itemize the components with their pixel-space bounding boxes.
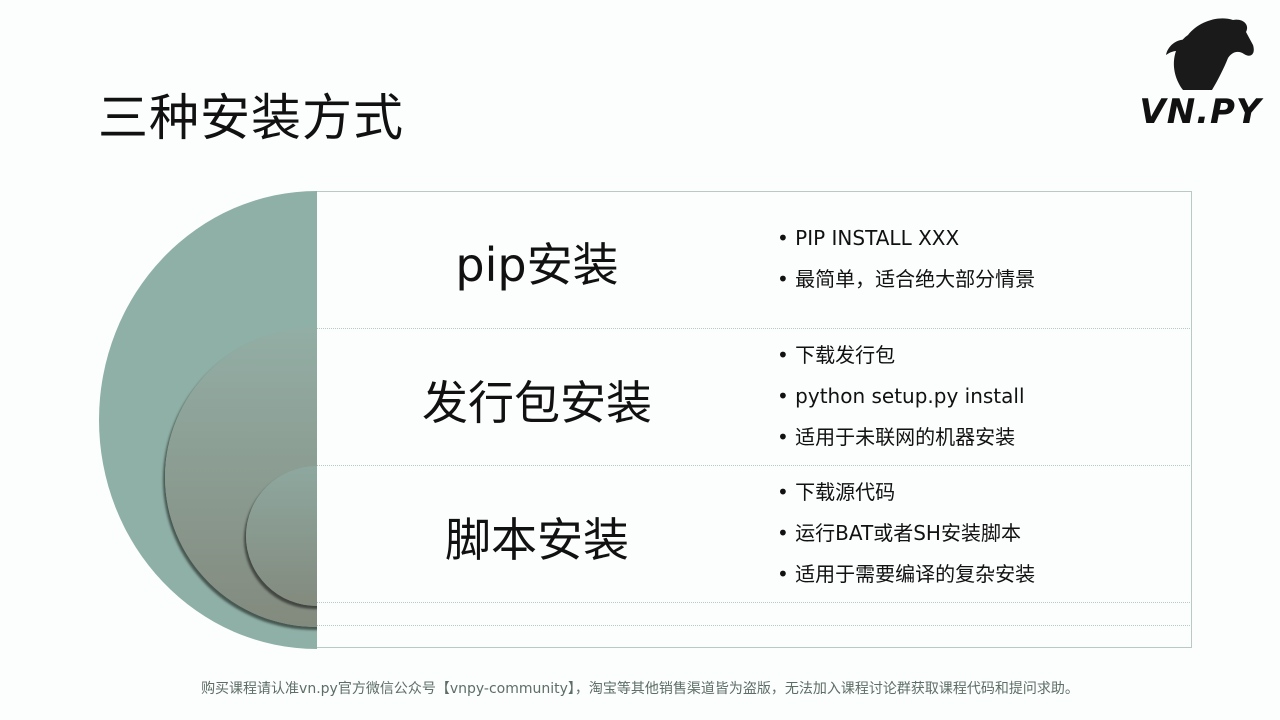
bullet: python setup.py install [777, 376, 1024, 417]
bullet: 运行BAT或者SH安装脚本 [777, 513, 1035, 554]
row-title: 发行包安装 [422, 376, 652, 430]
slide-title: 三种安装方式 [98, 89, 404, 147]
row-script: 脚本安装 下载源代码 运行BAT或者SH安装脚本 适用于需要编译的复杂安装 [317, 466, 1192, 603]
row-package: 发行包安装 下载发行包 python setup.py install 适用于未… [317, 329, 1192, 466]
row-title: 脚本安装 [445, 513, 629, 567]
bullet: 下载发行包 [777, 335, 1025, 376]
bullet: 适用于需要编译的复杂安装 [777, 554, 1035, 595]
bullet: 下载源代码 [777, 472, 1035, 513]
logo-text: VN.PY [1139, 92, 1262, 132]
row-title: pip安装 [455, 238, 619, 292]
row-pip: pip安装 PIP INSTALL XXX 最简单，适合绝大部分情景 [317, 191, 1192, 329]
bullet: 最简单，适合绝大部分情景 [777, 259, 1035, 300]
bullet: 适用于未联网的机器安装 [777, 417, 1025, 458]
row-empty [317, 603, 1192, 626]
footer-notice: 购买课程请认准vn.py官方微信公众号【vnpy-community】，淘宝等其… [201, 681, 1079, 697]
bullet: PIP INSTALL XXX [777, 218, 1035, 259]
